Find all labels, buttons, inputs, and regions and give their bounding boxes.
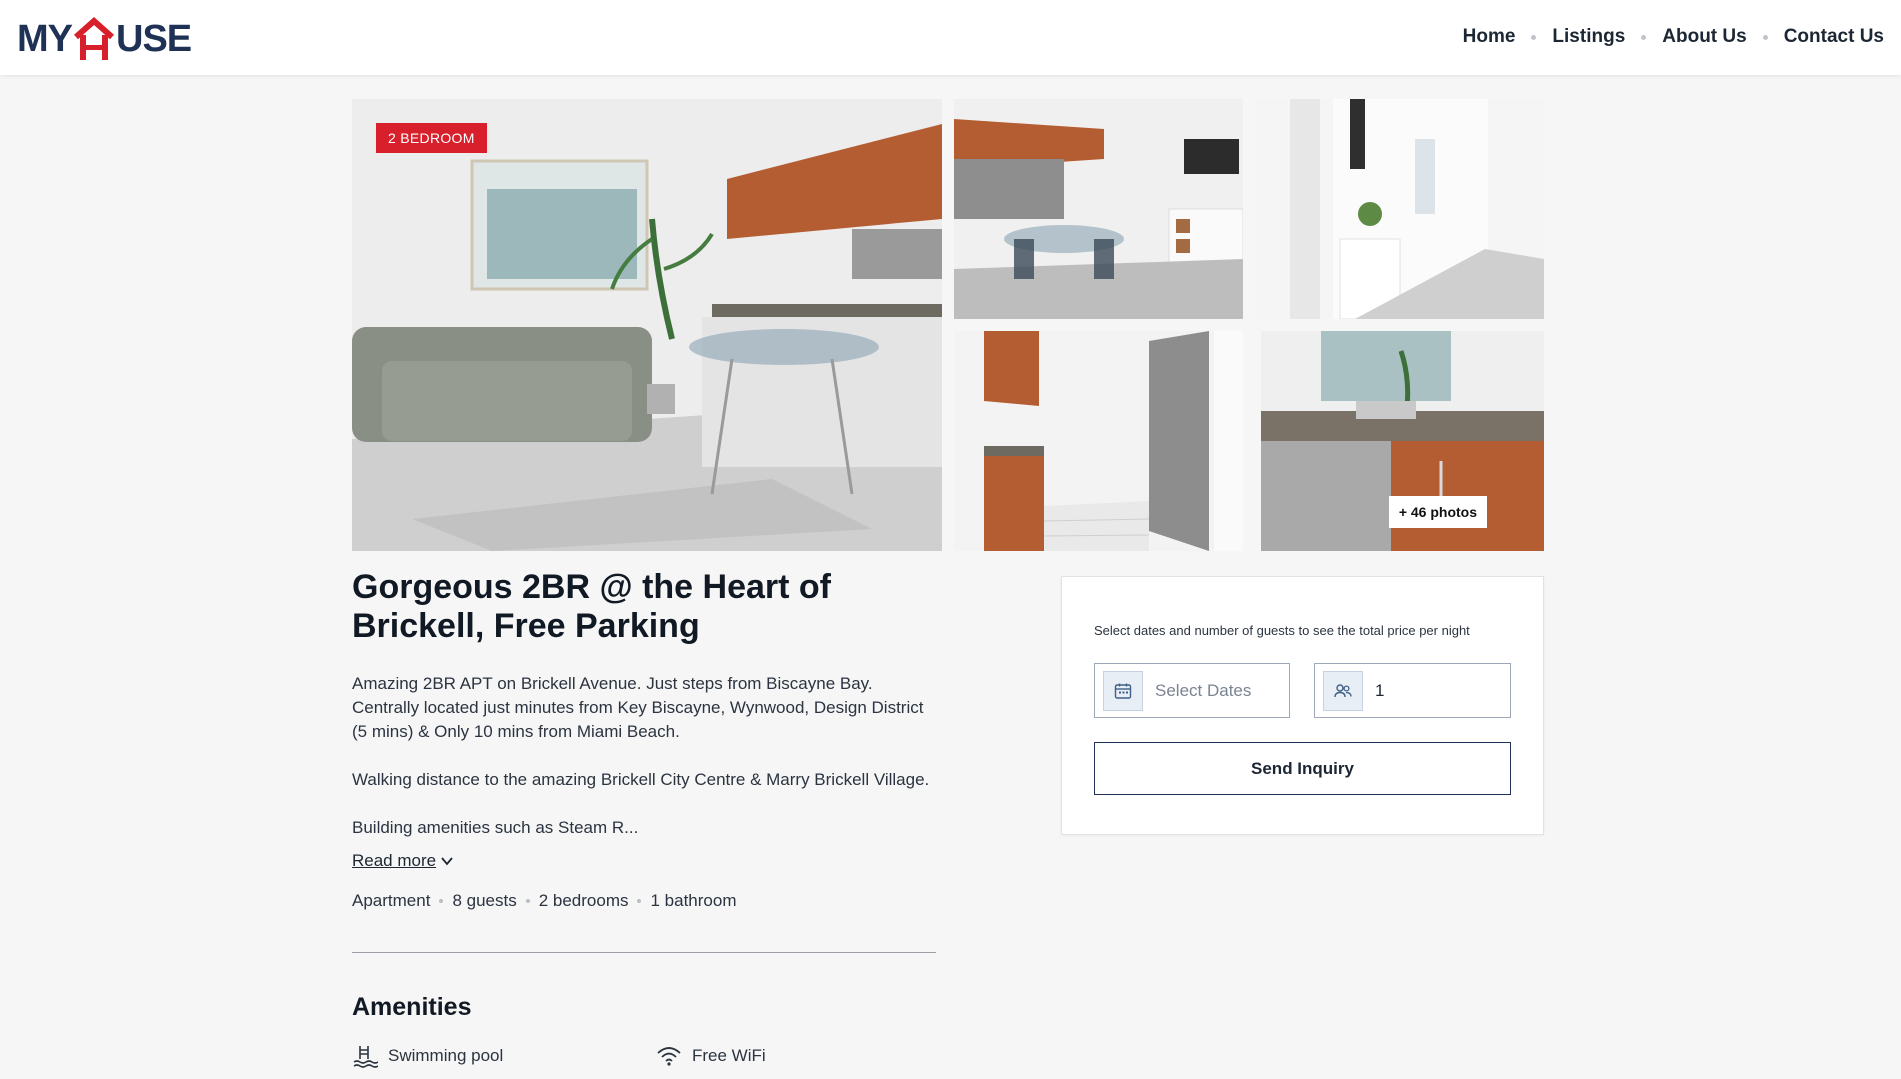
amenity-label: Free WiFi [692,1046,766,1065]
description-paragraph: Amazing 2BR APT on Brickell Avenue. Just… [352,674,924,741]
listing-description: Amazing 2BR APT on Brickell Avenue. Just… [352,672,942,864]
date-picker-field[interactable] [1094,663,1290,718]
main-photo[interactable]: 2 BEDROOM [352,99,942,551]
nav-listings[interactable]: Listings [1552,26,1625,48]
pool-icon [353,1046,378,1068]
gallery-photo-kitchen-2[interactable]: + 46 photos [1261,331,1544,551]
amenity-item: Swimming pool [352,1043,503,1069]
select-dates-input[interactable] [1155,680,1275,701]
read-more-label: Read more [352,851,437,870]
listing-title: Gorgeous 2BR @ the Heart of Brickell, Fr… [352,568,831,645]
amenity-label: Swimming pool [388,1046,504,1065]
gallery-photo-hallway[interactable] [1255,99,1544,319]
spec-bathrooms: 1 bathroom [650,891,737,910]
nav-separator [1531,34,1537,40]
nav-about-us[interactable]: About Us [1662,26,1746,48]
spec-separator [637,899,642,903]
wifi-icon [657,1047,681,1066]
amenity-item: Free WiFi [656,1043,766,1069]
nav-separator [1641,34,1647,40]
house-roof-icon [73,16,115,61]
booking-card: Select dates and number of guests to see… [1061,576,1544,835]
site-header: MY USE Home Listings About Us Contact Us [0,0,1901,75]
section-divider [352,952,936,953]
guests-icon [1323,670,1363,711]
calendar-icon [1103,670,1143,711]
main-nav: Home Listings About Us Contact Us [1463,26,1884,48]
chevron-down-icon [441,857,453,866]
logo[interactable]: MY USE [17,16,192,61]
logo-text-use: USE [116,18,192,60]
guests-input[interactable] [1375,680,1495,701]
spec-separator [439,899,444,903]
spec-guests: 8 guests [452,891,517,910]
description-paragraph: Walking distance to the amazing Brickell… [352,770,930,789]
logo-text-my: MY [17,18,73,60]
description-paragraph: Building amenities such as Steam R... [352,818,639,837]
booking-hint: Select dates and number of guests to see… [1094,623,1470,638]
nav-home[interactable]: Home [1463,26,1516,48]
read-more-link[interactable]: Read more [352,851,454,871]
nav-contact-us[interactable]: Contact Us [1784,26,1884,48]
amenities-title: Amenities [352,993,472,1021]
send-inquiry-button[interactable]: Send Inquiry [1094,742,1511,795]
nav-separator [1762,34,1768,40]
spec-bedrooms: 2 bedrooms [538,891,629,910]
gallery-photo-dining[interactable] [954,99,1243,319]
spec-property-type: Apartment [352,891,431,910]
bedroom-badge: 2 BEDROOM [376,123,487,153]
spec-separator [525,899,530,903]
photo-gallery: 2 BEDROOM + 46 photos [352,99,1544,551]
listing-specs: Apartment 8 guests 2 bedrooms 1 bathroom [352,891,736,911]
guests-field[interactable] [1314,663,1511,718]
gallery-photo-kitchen-1[interactable] [954,331,1243,551]
more-photos-button[interactable]: + 46 photos [1388,496,1487,528]
